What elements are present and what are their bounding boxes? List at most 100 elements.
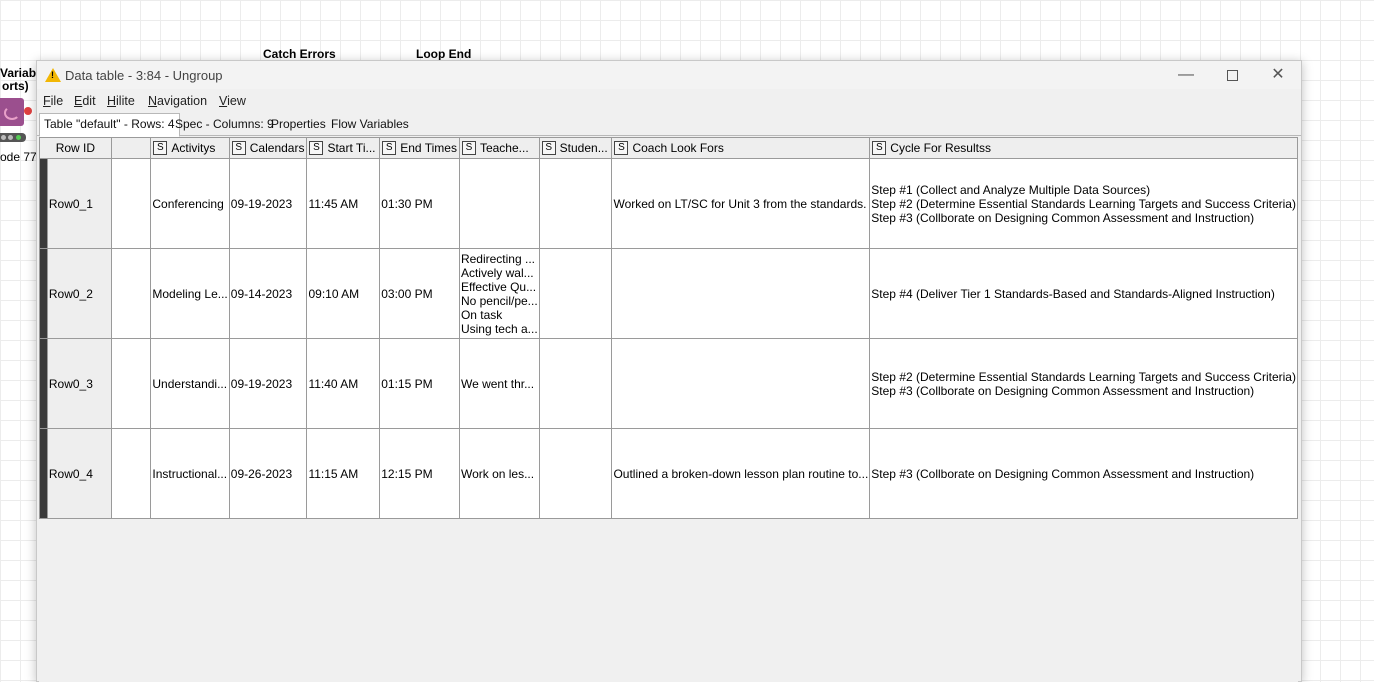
row-selection-marker[interactable] [39,338,48,429]
column-header-start-times[interactable]: S Start Ti... [306,137,381,159]
menu-edit[interactable]: Edit [74,94,96,108]
close-button[interactable]: ✕ [1255,61,1301,89]
menu-bar: File Edit Hilite Navigation View [37,91,1301,111]
table-header-row: Row ID S Activitys S Calendars S Start Ti..… [39,137,1298,159]
node-output-port[interactable] [24,107,32,115]
column-header-student[interactable]: S Studen... [538,137,613,159]
warning-icon [45,68,61,82]
cell-line: Using tech a... [460,321,538,336]
column-header-activitys[interactable]: S Activitys [150,137,230,159]
cell-line: Step #3 (Collborate on Designing Common … [871,466,1255,481]
table-cell-calendar[interactable]: 09-14-2023 [228,248,308,339]
cell-line: Step #4 (Deliver Tier 1 Standards-Based … [871,286,1275,301]
row-id-cell[interactable]: Row0_3 [46,338,112,429]
table-cell-cycle[interactable]: Step #2 (Determine Essential Standards L… [869,338,1298,429]
menu-file[interactable]: File [43,94,63,108]
menu-hilite[interactable]: Hilite [107,94,135,108]
maximize-button[interactable] [1209,61,1255,89]
cell-line: No pencil/pe... [460,293,538,308]
cell-line: We went thr... [460,376,535,391]
tab-flow-variables[interactable]: Flow Variables [327,114,413,134]
table-cell-coach[interactable] [611,338,871,429]
table-cell-end[interactable]: 01:30 PM [379,158,460,249]
table-cell-coach[interactable]: Outlined a broken-down lesson plan routi… [611,428,871,519]
data-table-window: Data table - 3:84 - Ungroup — ✕ File Edi… [36,60,1302,682]
table-cell-start[interactable]: 11:15 AM [306,428,381,519]
row-id-cell[interactable]: Row0_1 [46,158,112,249]
row-selection-marker[interactable] [39,248,48,339]
tab-properties[interactable]: Properties [267,114,330,134]
string-type-icon: S [461,141,476,156]
row-selection-marker[interactable] [39,158,48,249]
table-cell-unnamed[interactable] [110,428,152,519]
node-label-ports: orts) [2,79,29,93]
cell-line: Actively wal... [460,265,534,280]
table-cell-student[interactable] [538,428,613,519]
node-label-id: ode 77 [0,150,37,164]
cell-line: Effective Qu... [460,279,537,294]
table-area[interactable]: Row ID S Activitys S Calendars S Start Ti..… [39,137,1298,682]
table-cell-coach[interactable]: Worked on LT/SC for Unit 3 from the stan… [611,158,871,249]
table-row[interactable]: Row0_4 Instructional... 09-26-2023 11:15 AM… [39,428,1298,519]
table-cell-student[interactable] [538,338,613,429]
row-id-cell[interactable]: Row0_2 [46,248,112,339]
menu-view[interactable]: View [219,94,246,108]
string-type-icon: S [541,141,556,156]
cell-line: Step #1 (Collect and Analyze Multiple Da… [871,182,1151,197]
table-cell-cycle[interactable]: Step #1 (Collect and Analyze Multiple Da… [869,158,1298,249]
title-bar[interactable]: Data table - 3:84 - Ungroup — ✕ [37,61,1301,89]
cell-line: Step #2 (Determine Essential Standards L… [871,196,1296,211]
node-label-variable: Variabl [0,66,40,80]
table-cell-student[interactable] [538,158,613,249]
table-cell-activity[interactable]: Modeling Le... [150,248,230,339]
table-cell-unnamed[interactable] [110,248,152,339]
column-header-cycle-for-resultss[interactable]: S Cycle For Resultss [869,137,1298,159]
node-status-indicator [0,133,26,142]
table-row[interactable]: Row0_3 Understandi... 09-19-2023 11:40 AM 01… [39,338,1298,429]
row-selection-marker[interactable] [39,428,48,519]
column-header-end-times[interactable]: S End Times [379,137,460,159]
table-cell-teacher[interactable]: Work on les... [458,428,540,519]
column-header-unnamed[interactable] [110,137,152,159]
table-cell-activity[interactable]: Conferencing [150,158,230,249]
tab-table[interactable]: Table "default" - Rows: 4 [39,113,180,137]
cell-line: Step #3 (Collborate on Designing Common … [871,383,1255,398]
table-cell-start[interactable]: 09:10 AM [306,248,381,339]
table-cell-unnamed[interactable] [110,158,152,249]
table-row[interactable]: Row0_1 Conferencing 09-19-2023 11:45 AM 01:3… [39,158,1298,249]
table-cell-end[interactable]: 01:15 PM [379,338,460,429]
table-cell-start[interactable]: 11:40 AM [306,338,381,429]
table-cell-calendar[interactable]: 09-19-2023 [228,338,308,429]
table-cell-teacher[interactable]: We went thr... [458,338,540,429]
table-row[interactable]: Row0_2 Modeling Le... 09-14-2023 09:10 AM 03… [39,248,1298,339]
minimize-button[interactable]: — [1163,61,1209,89]
string-type-icon: S [231,141,246,156]
loop-end-node-label: Loop End [416,47,472,61]
table-cell-end[interactable]: 12:15 PM [379,428,460,519]
table-cell-teacher[interactable] [458,158,540,249]
table-cell-student[interactable] [538,248,613,339]
view-tabs: Table "default" - Rows: 4 Spec - Columns… [37,113,1301,137]
table-cell-cycle[interactable]: Step #3 (Collborate on Designing Common … [869,428,1298,519]
table-cell-calendar[interactable]: 09-19-2023 [228,158,308,249]
table-cell-coach[interactable] [611,248,871,339]
table-cell-end[interactable]: 03:00 PM [379,248,460,339]
cell-line: Work on les... [460,466,535,481]
column-header-teacher[interactable]: S Teache... [458,137,540,159]
menu-navigation[interactable]: Navigation [148,94,207,108]
column-header-coach-look-fors[interactable]: S Coach Look Fors [611,137,871,159]
table-cell-activity[interactable]: Understandi... [150,338,230,429]
table-cell-teacher[interactable]: Redirecting ... Actively wal... Effective … [458,248,540,339]
table-cell-unnamed[interactable] [110,338,152,429]
row-id-cell[interactable]: Row0_4 [46,428,112,519]
table-cell-cycle[interactable]: Step #4 (Deliver Tier 1 Standards-Based … [869,248,1298,339]
node-icon[interactable] [0,98,24,126]
string-type-icon: S [872,141,887,156]
window-title: Data table - 3:84 - Ungroup [65,68,223,83]
column-header-calendars[interactable]: S Calendars [228,137,308,159]
tab-spec[interactable]: Spec - Columns: 9 [171,114,278,134]
table-cell-calendar[interactable]: 09-26-2023 [228,428,308,519]
table-cell-start[interactable]: 11:45 AM [306,158,381,249]
column-header-row-id[interactable]: Row ID [39,137,112,159]
table-cell-activity[interactable]: Instructional... [150,428,230,519]
